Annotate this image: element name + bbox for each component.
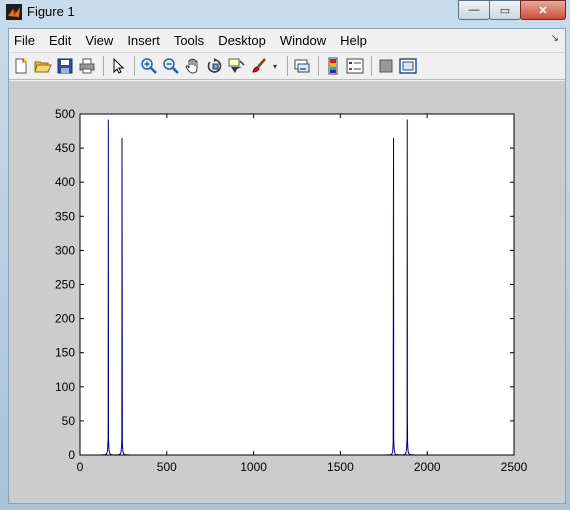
toolbar-separator <box>287 56 288 76</box>
maximize-button[interactable]: ▭ <box>489 0 521 20</box>
rotate-3d-button[interactable] <box>205 56 225 76</box>
pan-button[interactable] <box>183 56 203 76</box>
minimize-button[interactable]: — <box>458 0 490 20</box>
show-plot-tools-icon <box>399 58 417 74</box>
toolbar-separator <box>134 56 135 76</box>
figure-client-area: File Edit View Insert Tools Desktop Wind… <box>8 28 566 504</box>
y-tick-label: 300 <box>55 243 75 257</box>
toolbar-separator <box>318 56 319 76</box>
new-figure-icon <box>15 58 27 74</box>
brush-dropdown[interactable]: ▾ <box>271 56 279 76</box>
close-icon: ✕ <box>538 4 548 17</box>
link-plot-icon <box>294 59 310 73</box>
print-icon <box>79 58 95 74</box>
close-button[interactable]: ✕ <box>520 0 566 20</box>
open-file-icon <box>34 61 52 73</box>
x-tick-label: 2500 <box>501 460 528 474</box>
y-tick-label: 150 <box>55 346 75 360</box>
open-file-button[interactable] <box>33 56 53 76</box>
save-icon <box>57 58 73 74</box>
menu-view[interactable]: View <box>78 33 120 48</box>
hide-plot-tools-button[interactable] <box>376 56 396 76</box>
y-tick-label: 400 <box>55 175 75 189</box>
y-tick-label: 350 <box>55 209 75 223</box>
data-cursor-button[interactable] <box>227 56 247 76</box>
plot-axes[interactable]: 0 500 1000 1500 2000 2500 0 50 100 150 200 250 300 35… <box>9 81 565 503</box>
pointer-arrow-icon <box>113 57 125 74</box>
y-tick-label: 450 <box>55 141 75 155</box>
y-tick-label: 250 <box>55 278 75 292</box>
menu-tools[interactable]: Tools <box>167 33 211 48</box>
menu-file[interactable]: File <box>9 33 42 48</box>
x-tick-label: 2000 <box>414 460 441 474</box>
figure-canvas: 0 500 1000 1500 2000 2500 0 50 100 150 200 250 300 35… <box>9 81 565 503</box>
menu-insert[interactable]: Insert <box>120 33 167 48</box>
matlab-logo-icon <box>6 4 22 20</box>
new-figure-button[interactable] <box>11 56 31 76</box>
data-cursor-icon <box>228 58 245 73</box>
zoom-in-button[interactable] <box>139 56 159 76</box>
menu-desktop[interactable]: Desktop <box>211 33 273 48</box>
x-tick-label: 1000 <box>240 460 267 474</box>
zoom-out-button[interactable] <box>161 56 181 76</box>
y-tick-label: 500 <box>55 107 75 121</box>
legend-icon <box>346 58 364 74</box>
y-tick-label: 50 <box>62 414 76 428</box>
save-button[interactable] <box>55 56 75 76</box>
x-tick-label: 500 <box>157 460 177 474</box>
link-plot-button[interactable] <box>292 56 312 76</box>
brush-icon <box>252 58 266 73</box>
y-tick-label: 200 <box>55 312 75 326</box>
toolbar-separator <box>371 56 372 76</box>
menu-edit[interactable]: Edit <box>42 33 78 48</box>
figure-window: Figure 1 — ▭ ✕ File Edit View Insert Too… <box>0 0 570 510</box>
dock-figure-icon[interactable]: ↘ <box>551 33 559 44</box>
menu-window[interactable]: Window <box>273 33 333 48</box>
print-button[interactable] <box>77 56 97 76</box>
menu-help[interactable]: Help <box>333 33 374 48</box>
insert-colorbar-button[interactable] <box>323 56 343 76</box>
pan-hand-icon <box>185 58 198 74</box>
colorbar-icon <box>328 57 338 75</box>
caption-buttons: — ▭ ✕ <box>458 0 566 20</box>
figure-toolbar: ▾ <box>9 52 565 80</box>
insert-legend-button[interactable] <box>345 56 365 76</box>
edit-plot-button[interactable] <box>108 56 128 76</box>
toolbar-separator <box>103 56 104 76</box>
y-tick-label: 100 <box>55 380 75 394</box>
zoom-in-icon <box>141 58 157 74</box>
rotate-3d-icon <box>207 58 222 73</box>
hide-plot-tools-icon <box>379 59 393 73</box>
title-bar[interactable]: Figure 1 — ▭ ✕ <box>0 0 570 24</box>
window-title: Figure 1 <box>27 4 75 19</box>
x-tick-label: 1500 <box>327 460 354 474</box>
maximize-icon: ▭ <box>499 4 511 17</box>
show-plot-tools-button[interactable] <box>398 56 418 76</box>
zoom-out-icon <box>163 58 179 74</box>
axes-background <box>80 114 514 455</box>
x-tick-label: 0 <box>77 460 84 474</box>
menu-bar: File Edit View Insert Tools Desktop Wind… <box>9 29 565 51</box>
brush-button[interactable] <box>249 56 269 76</box>
minimize-icon: — <box>468 4 480 16</box>
y-tick-label: 0 <box>68 448 75 462</box>
